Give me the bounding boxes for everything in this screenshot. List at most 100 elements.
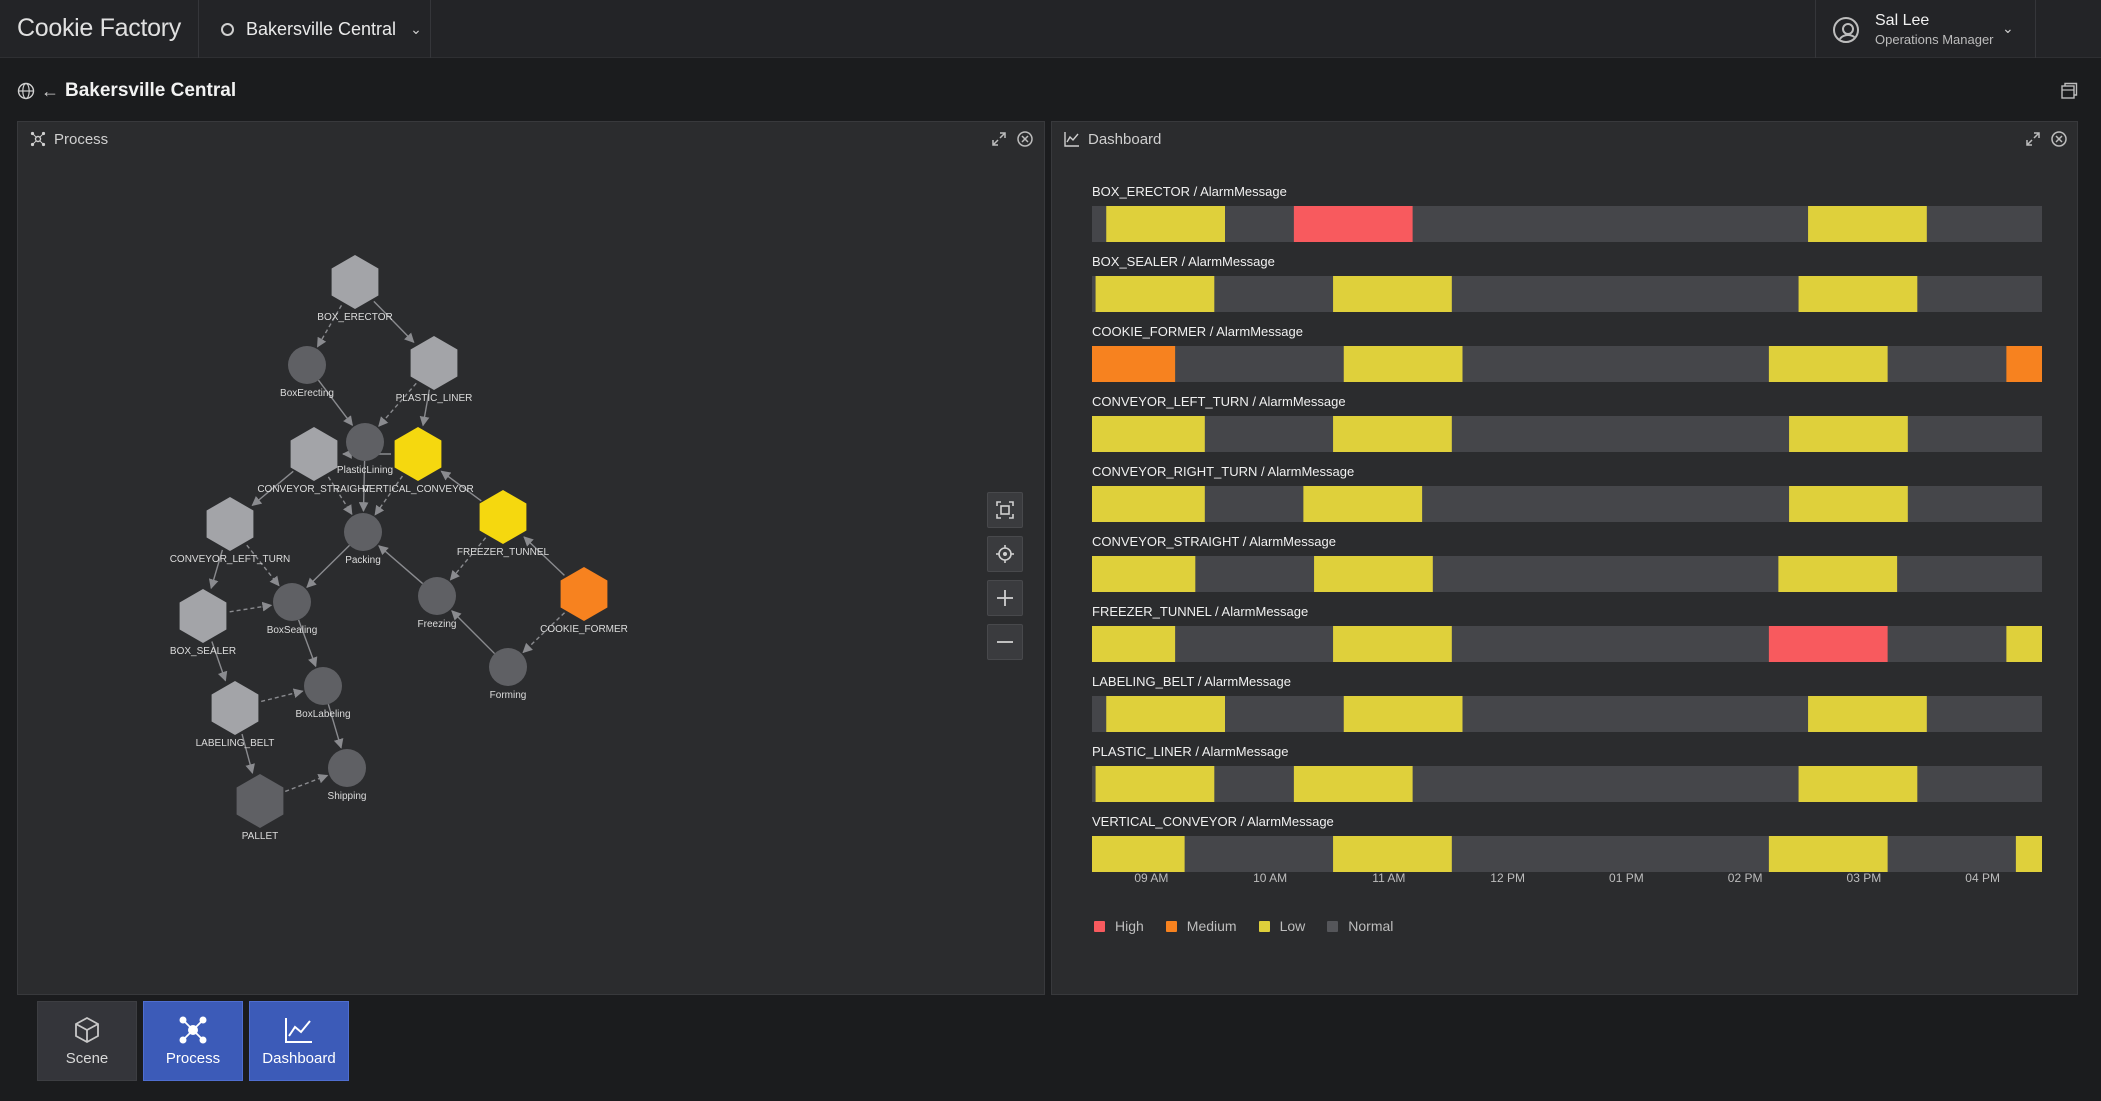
- chart-icon: [285, 1017, 312, 1043]
- timeline-track: [1092, 346, 2042, 382]
- alarm-segment-high[interactable]: [1768, 626, 1888, 662]
- tab-scene[interactable]: Scene: [37, 1001, 137, 1081]
- graph-node-pallet[interactable]: PALLET: [236, 774, 284, 842]
- graph-edge: [229, 601, 273, 613]
- alarm-segment-low[interactable]: [1314, 556, 1433, 592]
- alarm-segment-low[interactable]: [2015, 836, 2042, 872]
- alarm-segment-low[interactable]: [1798, 276, 1918, 312]
- zoom-in-button[interactable]: [987, 580, 1023, 616]
- graph-node-freezing[interactable]: Freezing: [418, 577, 457, 630]
- node-label: BoxErecting: [280, 388, 334, 399]
- fit-view-button[interactable]: [987, 492, 1023, 528]
- alarm-segment-medium[interactable]: [1092, 346, 1176, 382]
- timeline-row-label: VERTICAL_CONVEYOR / AlarmMessage: [1092, 814, 1334, 829]
- chart-icon: [1064, 132, 1079, 147]
- tab-dashboard[interactable]: Dashboard: [249, 1001, 349, 1081]
- app-brand: Cookie Factory: [17, 14, 181, 42]
- node-circle: [346, 423, 384, 461]
- tab-process[interactable]: Process: [143, 1001, 243, 1081]
- alarm-segment-low[interactable]: [1333, 836, 1452, 872]
- legend-swatch: [1094, 920, 1105, 932]
- graph-edge: [327, 476, 353, 516]
- graph-node-box_sealer[interactable]: BOX_SEALER: [170, 589, 236, 657]
- close-icon[interactable]: [2050, 130, 2068, 148]
- legend-item-high: High: [1094, 918, 1144, 934]
- alarm-segment-low[interactable]: [1343, 346, 1463, 382]
- alarm-segment-low[interactable]: [1095, 766, 1215, 802]
- dashboard-panel-title: Dashboard: [1088, 130, 1162, 148]
- alarm-segment-low[interactable]: [1092, 626, 1176, 662]
- alarm-segment-medium[interactable]: [2006, 346, 2042, 382]
- alarm-segment-low[interactable]: [1333, 276, 1452, 312]
- timeline-row: VERTICAL_CONVEYOR / AlarmMessage: [1092, 814, 2042, 872]
- alarm-segment-low[interactable]: [1789, 416, 1908, 452]
- node-circle: [344, 513, 382, 551]
- alarm-segment-low[interactable]: [2006, 626, 2042, 662]
- zoom-out-button[interactable]: [987, 624, 1023, 660]
- alarm-segment-low[interactable]: [1808, 696, 1927, 732]
- graph-node-boxlabeling[interactable]: BoxLabeling: [295, 667, 351, 720]
- node-circle: [328, 749, 366, 787]
- alarm-segment-low[interactable]: [1333, 626, 1452, 662]
- graph-node-shipping[interactable]: Shipping: [328, 749, 367, 802]
- close-icon[interactable]: [1016, 130, 1034, 148]
- graph-node-boxerecting[interactable]: BoxErecting: [280, 346, 334, 399]
- graph-node-packing[interactable]: Packing: [344, 513, 382, 566]
- graph-node-plasticlining[interactable]: PlasticLining: [337, 423, 393, 476]
- graph-edge: [374, 475, 404, 516]
- x-tick-label: 12 PM: [1490, 871, 1525, 885]
- alarm-segment-low[interactable]: [1789, 486, 1908, 522]
- expand-icon[interactable]: [2024, 130, 2042, 148]
- graph-node-boxsealing[interactable]: BoxSealing: [267, 583, 318, 636]
- graph-edge: [378, 382, 417, 427]
- graph-node-plastic_liner[interactable]: PLASTIC_LINER: [396, 336, 473, 404]
- alarm-segment-low[interactable]: [1798, 766, 1918, 802]
- process-graph-icon: [30, 131, 46, 147]
- timeline-row-label: COOKIE_FORMER / AlarmMessage: [1092, 324, 1303, 339]
- window-layout-icon[interactable]: [2060, 82, 2078, 100]
- minus-icon: [997, 641, 1013, 643]
- alarm-segment-low[interactable]: [1768, 836, 1888, 872]
- tab-process-label: Process: [165, 1049, 221, 1067]
- alarm-segment-low[interactable]: [1768, 346, 1888, 382]
- node-hexagon: [479, 490, 527, 544]
- timeline-row: LABELING_BELT / AlarmMessage: [1092, 674, 2042, 732]
- alarm-segment-low[interactable]: [1808, 206, 1927, 242]
- node-label: PLASTIC_LINER: [396, 393, 473, 404]
- tab-dashboard-label: Dashboard: [262, 1049, 336, 1067]
- expand-icon[interactable]: [990, 130, 1008, 148]
- graph-node-labeling_belt[interactable]: LABELING_BELT: [196, 681, 275, 749]
- graph-node-freezer_tunnel[interactable]: FREEZER_TUNNEL: [457, 490, 550, 558]
- globe-icon[interactable]: [17, 82, 35, 100]
- graph-node-conveyor_left_turn[interactable]: CONVEYOR_LEFT_TURN: [170, 497, 291, 565]
- x-tick-label: 04 PM: [1965, 871, 2000, 885]
- alarm-segment-low[interactable]: [1778, 556, 1898, 592]
- alarm-segment-low[interactable]: [1092, 836, 1185, 872]
- alarm-segment-low[interactable]: [1303, 486, 1423, 522]
- alarm-segment-high[interactable]: [1293, 206, 1413, 242]
- node-label: COOKIE_FORMER: [540, 624, 628, 635]
- legend-swatch: [1165, 920, 1177, 932]
- alarm-segment-low[interactable]: [1293, 766, 1413, 802]
- center-view-button[interactable]: [987, 536, 1023, 572]
- alarm-segment-low[interactable]: [1106, 696, 1225, 732]
- node-label: Freezing: [418, 619, 457, 630]
- back-arrow-icon[interactable]: ←: [41, 81, 59, 102]
- alarm-segment-low[interactable]: [1092, 556, 1196, 592]
- timeline-track: [1092, 626, 2042, 662]
- alarm-segment-low[interactable]: [1106, 206, 1225, 242]
- site-selector[interactable]: Bakersville Central ⌄: [198, 0, 431, 58]
- graph-node-forming[interactable]: Forming: [489, 648, 527, 701]
- user-menu[interactable]: Sal Lee Operations Manager ⌄: [1815, 0, 2036, 58]
- graph-node-box_erector[interactable]: BOX_ERECTOR: [317, 255, 393, 323]
- graph-edge: [246, 544, 280, 587]
- alarm-segment-low[interactable]: [1092, 416, 1205, 452]
- alarm-segment-low[interactable]: [1333, 416, 1452, 452]
- process-graph[interactable]: BOX_ERECTOR BoxErecting PLASTIC_LINER Plast…: [18, 156, 1046, 996]
- graph-node-cookie_former[interactable]: COOKIE_FORMER: [540, 567, 628, 635]
- node-label: BoxSealing: [267, 625, 318, 636]
- alarm-segment-low[interactable]: [1343, 696, 1463, 732]
- node-label: Forming: [490, 690, 527, 701]
- alarm-segment-low[interactable]: [1092, 486, 1205, 522]
- alarm-segment-low[interactable]: [1095, 276, 1215, 312]
